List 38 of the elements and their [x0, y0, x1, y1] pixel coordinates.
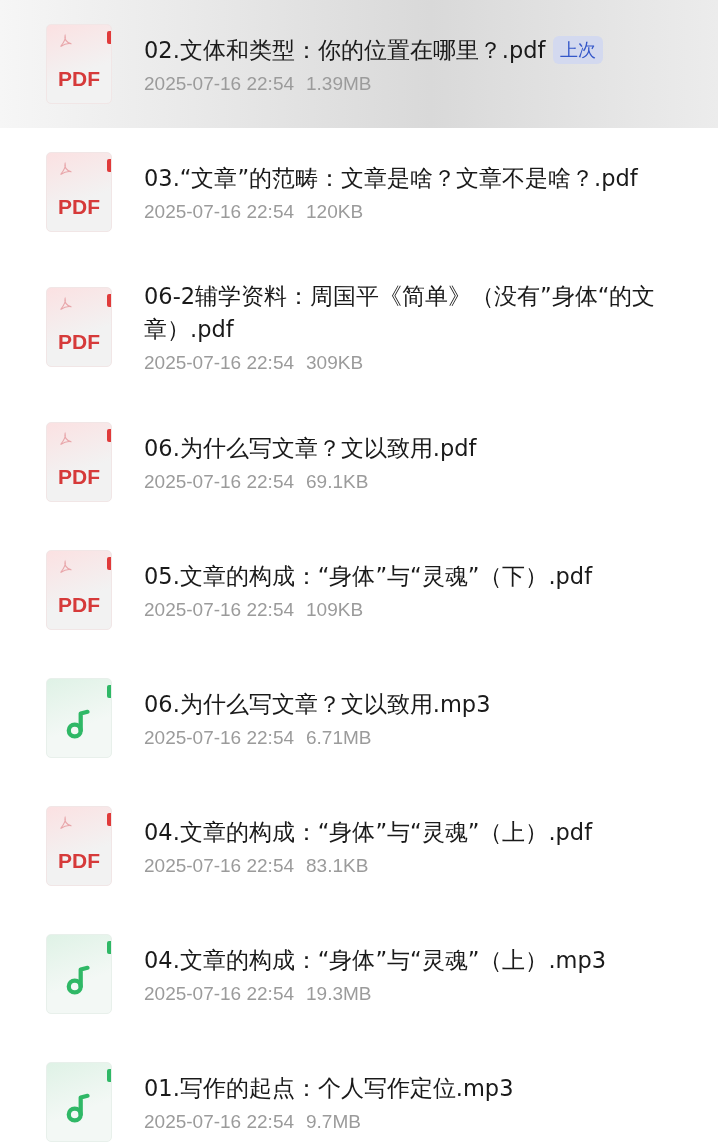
file-size: 109KB — [306, 598, 364, 621]
file-date: 2025-07-16 22:54 — [144, 200, 294, 223]
file-date: 2025-07-16 22:54 — [144, 1110, 294, 1133]
file-size: 309KB — [306, 352, 364, 374]
last-opened-badge: 上次 — [553, 35, 604, 64]
file-size: 9.7MB — [306, 1110, 361, 1133]
file-date: 2025-07-16 22:54 — [144, 598, 294, 621]
music-file-icon — [46, 934, 112, 1014]
pdf-file-icon: PDF — [46, 152, 112, 232]
pdf-file-icon: PDF — [46, 24, 112, 104]
pdf-file-icon: PDF — [46, 287, 112, 367]
pdf-file-icon: PDF — [46, 550, 112, 630]
file-size: 69.1KB — [306, 470, 369, 493]
file-date: 2025-07-16 22:54 — [144, 982, 294, 1005]
music-file-icon — [46, 1062, 112, 1142]
file-name: 06-2辅学资料：周国平《简单》（没有”身体“的文章）.pdf — [144, 283, 656, 342]
file-name: 06.为什么写文章？文以致用.pdf — [144, 434, 477, 461]
file-size: 120KB — [306, 200, 364, 223]
pdf-file-icon: PDF — [46, 806, 112, 886]
file-name: 04.文章的构成：“身体”与“灵魂”（上）.pdf — [144, 818, 593, 845]
pdf-file-icon: PDF — [46, 422, 112, 502]
file-size: 6.71MB — [306, 726, 372, 749]
file-date: 2025-07-16 22:54 — [144, 352, 294, 374]
file-name: 01.写作的起点：个人写作定位.mp3 — [144, 1074, 514, 1101]
file-date: 2025-07-16 22:54 — [144, 854, 294, 877]
file-name: 05.文章的构成：“身体”与“灵魂”（下）.pdf — [144, 562, 593, 589]
file-size: 83.1KB — [306, 854, 369, 877]
file-date: 2025-07-16 22:54 — [144, 72, 294, 95]
file-name: 02.文体和类型：你的位置在哪里？.pdf 上次 — [144, 36, 604, 63]
file-size: 1.39MB — [306, 72, 372, 95]
file-name: 04.文章的构成：“身体”与“灵魂”（上）.mp3 — [144, 946, 607, 973]
file-name: 03.“文章”的范畴：文章是啥？文章不是啥？.pdf — [144, 164, 638, 191]
file-name: 06.为什么写文章？文以致用.mp3 — [144, 690, 491, 717]
file-date: 2025-07-16 22:54 — [144, 726, 294, 749]
file-date: 2025-07-16 22:54 — [144, 470, 294, 493]
file-row[interactable]: PDF 02.文体和类型：你的位置在哪里？.pdf 上次 2025-07-16 22:54 1.39MB — [0, 0, 718, 128]
music-file-icon — [46, 678, 112, 758]
file-size: 19.3MB — [306, 982, 372, 1005]
